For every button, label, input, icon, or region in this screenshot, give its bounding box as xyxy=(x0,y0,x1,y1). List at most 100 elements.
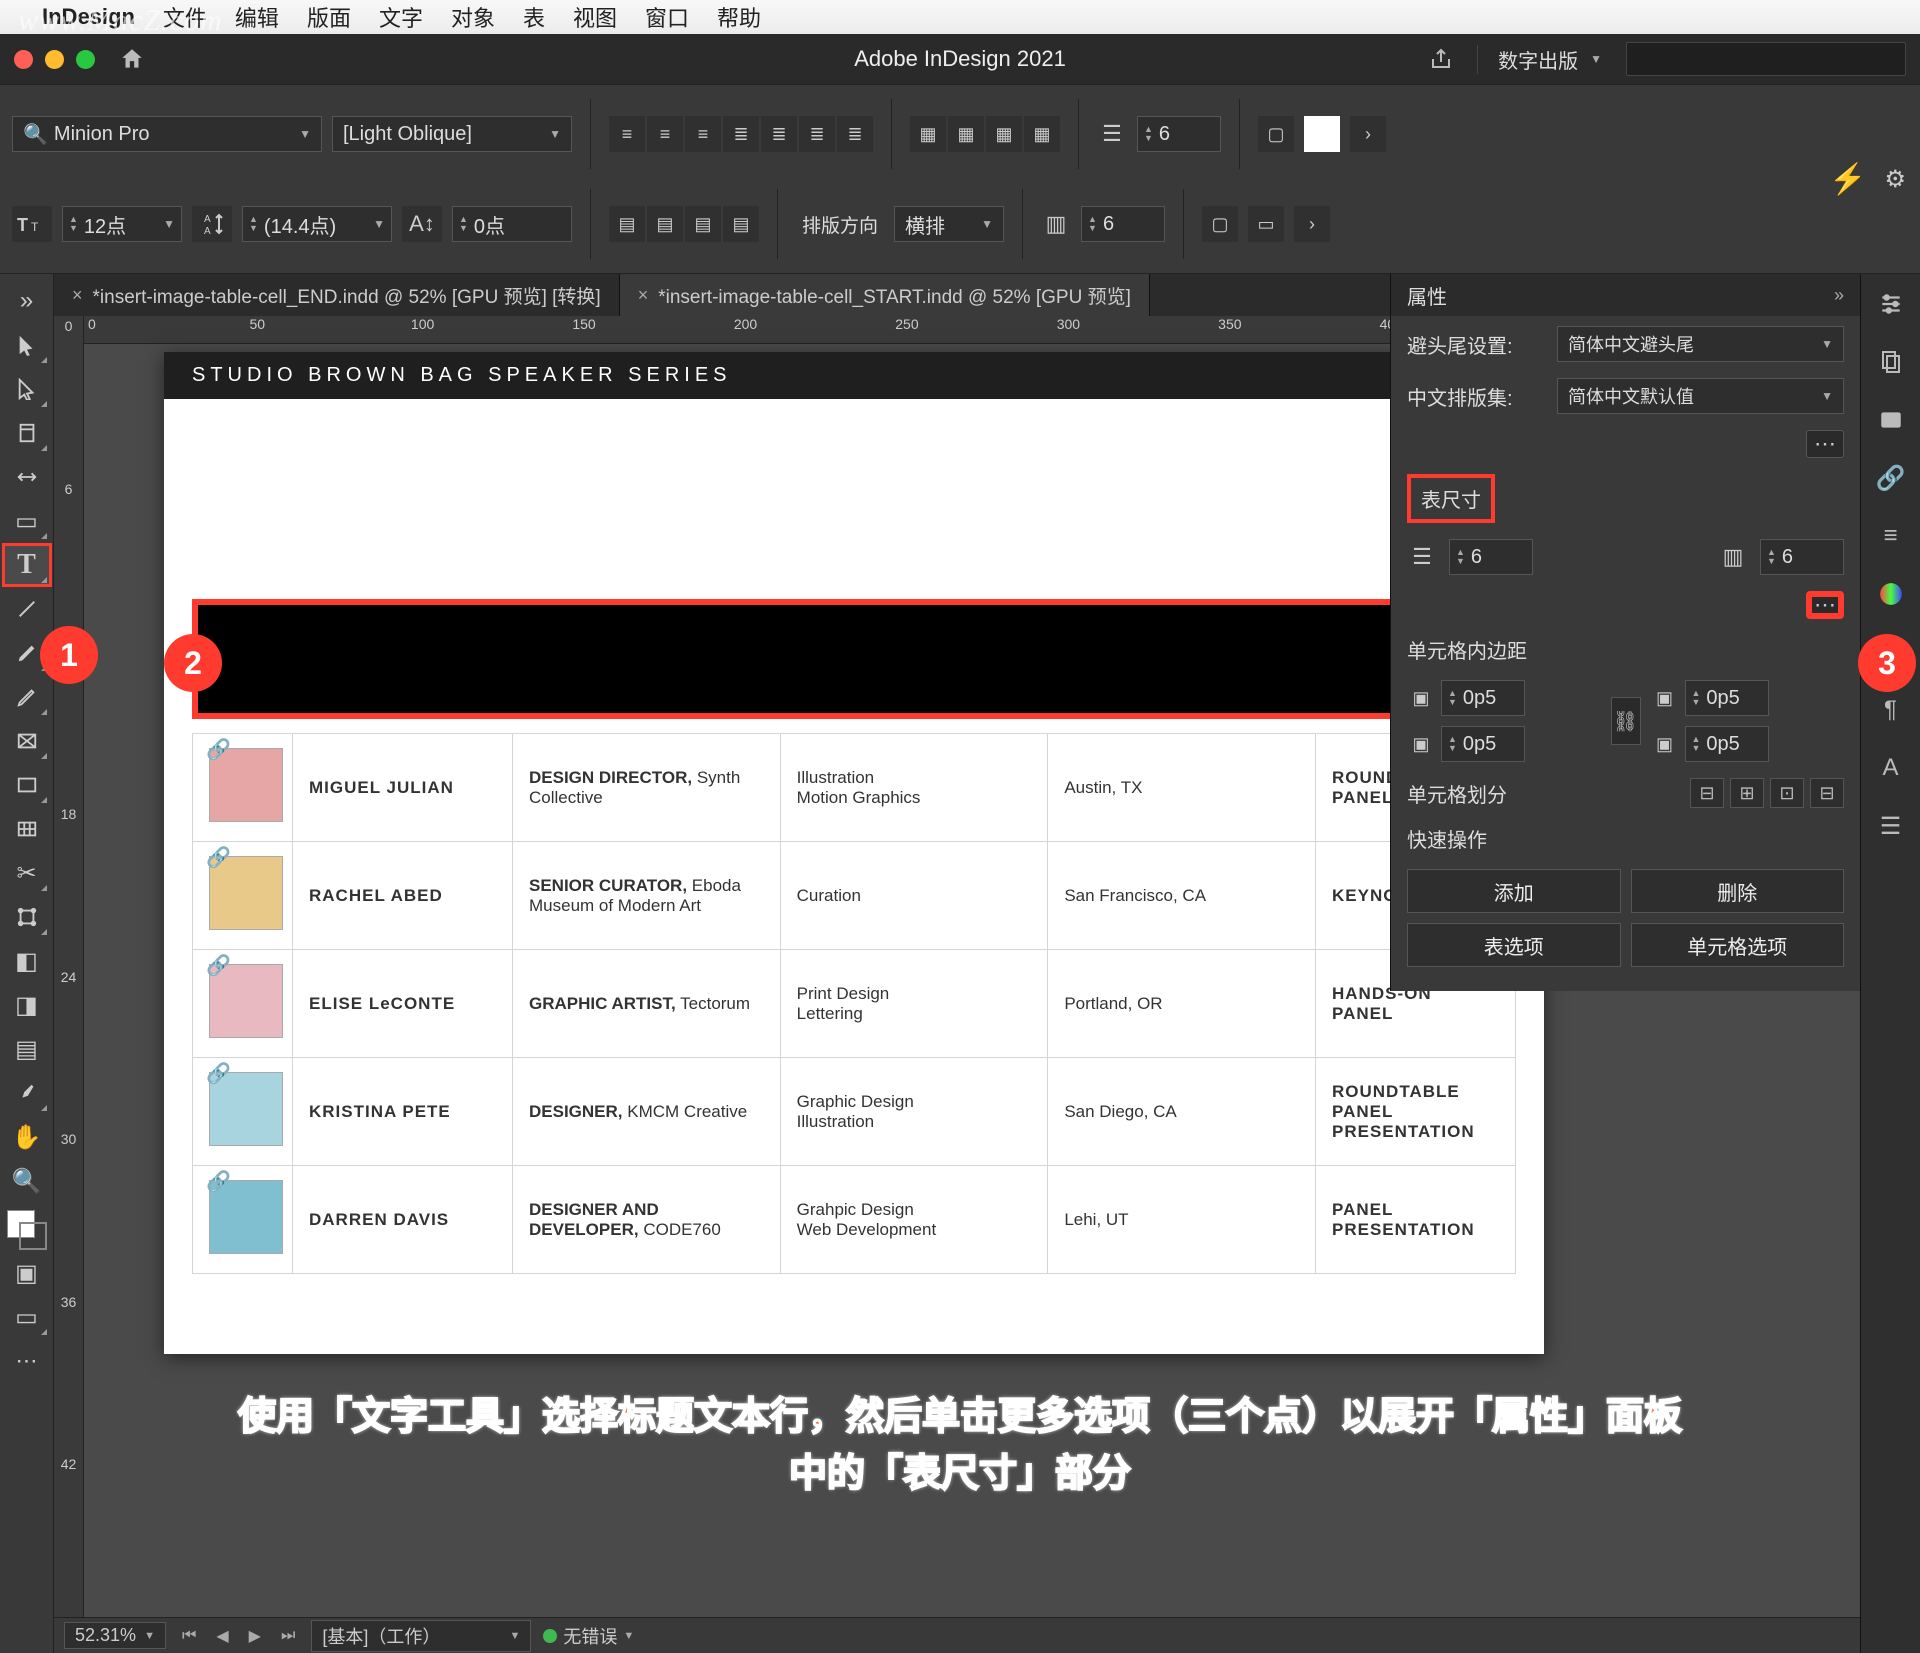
pad-right-field[interactable]: ▲▼0p5 xyxy=(1685,726,1769,762)
table-row[interactable]: 🔗KRISTINA PETEDESIGNER, KMCM CreativeGra… xyxy=(193,1058,1516,1166)
tracking-field[interactable]: ▲▼0点 xyxy=(452,206,572,242)
page-preset-dropdown[interactable]: [基本]（工作）▼ xyxy=(311,1620,531,1652)
rectangle-tool[interactable] xyxy=(3,764,51,806)
gap-tool[interactable] xyxy=(3,456,51,498)
stroke-icon[interactable]: ≡ xyxy=(1871,516,1911,556)
scissors-tool[interactable]: ✂ xyxy=(3,852,51,894)
more-opts-icon[interactable]: › xyxy=(1294,206,1330,242)
fill-swatch[interactable] xyxy=(1304,116,1340,152)
doc-tab-1[interactable]: × *insert-image-table-cell_START.indd @ … xyxy=(620,274,1150,316)
add-button[interactable]: 添加 xyxy=(1407,869,1621,913)
table-row[interactable]: 🔗RACHEL ABEDSENIOR CURATOR, Eboda Museum… xyxy=(193,842,1516,950)
delete-button[interactable]: 删除 xyxy=(1631,869,1845,913)
properties-panel-header[interactable]: 属性 » xyxy=(1391,274,1860,316)
adjust-icon[interactable] xyxy=(1871,284,1911,324)
eyedropper-tool[interactable] xyxy=(3,1072,51,1114)
workspace-dropdown[interactable]: 数字出版 ▼ xyxy=(1477,45,1602,74)
first-page-icon[interactable]: ⏮ xyxy=(178,1627,200,1645)
align-center-icon[interactable]: ≡ xyxy=(647,116,683,152)
type-tool[interactable]: T xyxy=(3,544,51,586)
stroke-preview-icon[interactable]: ▢ xyxy=(1202,206,1238,242)
app-menu[interactable]: InDesign xyxy=(42,4,135,30)
cell-align-middle-icon[interactable]: ▦ xyxy=(948,116,984,152)
table-rows-field[interactable]: ▲▼6 xyxy=(1137,116,1221,152)
home-icon[interactable] xyxy=(119,46,145,72)
preflight-status[interactable]: 无错误▼ xyxy=(543,1623,634,1649)
cell-options-button[interactable]: 单元格选项 xyxy=(1631,923,1845,967)
next-page-icon[interactable]: ▶ xyxy=(245,1626,265,1646)
speaker-table[interactable]: 🔗MIGUEL JULIANDESIGN DIRECTOR, Synth Col… xyxy=(192,733,1516,1274)
pad-left-field[interactable]: ▲▼0p5 xyxy=(1441,726,1525,762)
list-icon[interactable]: ☰ xyxy=(1871,806,1911,846)
align-top-icon[interactable]: ▤ xyxy=(609,206,645,242)
menu-layout[interactable]: 版面 xyxy=(307,1,351,33)
settings-gear-icon[interactable]: ⚙ xyxy=(1884,165,1906,194)
justify-full-icon[interactable]: ≣ xyxy=(837,116,873,152)
table-cols-field[interactable]: ▲▼6 xyxy=(1081,206,1165,242)
link-padding-icon[interactable]: ⛓ xyxy=(1611,697,1641,745)
align-left-icon[interactable]: ≡ xyxy=(609,116,645,152)
pad-top-field[interactable]: ▲▼0p5 xyxy=(1441,680,1525,716)
table-row[interactable]: 🔗DARREN DAVISDESIGNER AND DEVELOPER, COD… xyxy=(193,1166,1516,1274)
zoom-tool[interactable]: 🔍 xyxy=(3,1160,51,1202)
merge-cells-icon[interactable]: ⊟ xyxy=(1690,778,1724,808)
close-icon[interactable]: × xyxy=(72,285,83,306)
more-options-table-icon[interactable]: ⋯ xyxy=(1806,591,1844,619)
tools-overflow-icon[interactable]: ⋯ xyxy=(3,1340,51,1382)
chevrons-icon[interactable]: » xyxy=(3,280,51,322)
more-options-icon[interactable]: ⋯ xyxy=(1806,430,1844,458)
menu-edit[interactable]: 编辑 xyxy=(235,1,279,33)
character-styles-icon[interactable]: A xyxy=(1871,748,1911,788)
pencil-tool[interactable] xyxy=(3,676,51,718)
panel-expand-icon[interactable]: » xyxy=(1834,285,1844,306)
menu-window[interactable]: 窗口 xyxy=(645,1,689,33)
selected-table-header-row[interactable] xyxy=(192,599,1516,719)
justify-center-icon[interactable]: ≣ xyxy=(761,116,797,152)
align-mid-icon[interactable]: ▤ xyxy=(647,206,683,242)
menu-help[interactable]: 帮助 xyxy=(717,1,761,33)
menu-file[interactable]: 文件 xyxy=(163,1,207,33)
format-container-icon[interactable]: ▣ xyxy=(3,1252,51,1294)
stroke-tl-icon[interactable]: ▢ xyxy=(1258,116,1294,152)
prop-rows-field[interactable]: ▲▼6 xyxy=(1449,539,1533,575)
align-right-icon[interactable]: ≡ xyxy=(685,116,721,152)
table-tool[interactable] xyxy=(3,808,51,850)
window-minimize[interactable] xyxy=(45,50,64,69)
share-icon[interactable] xyxy=(1429,47,1453,71)
menu-table[interactable]: 表 xyxy=(523,1,545,33)
menu-object[interactable]: 对象 xyxy=(451,1,495,33)
split-horizontal-icon[interactable]: ⊡ xyxy=(1770,778,1804,808)
page-tool[interactable] xyxy=(3,412,51,454)
align-just-icon[interactable]: ▤ xyxy=(723,206,759,242)
pad-bottom-field[interactable]: ▲▼0p5 xyxy=(1685,680,1769,716)
free-transform-tool[interactable] xyxy=(3,896,51,938)
justify-left-icon[interactable]: ≣ xyxy=(723,116,759,152)
menu-view[interactable]: 视图 xyxy=(573,1,617,33)
gradient-feather-tool[interactable]: ◨ xyxy=(3,984,51,1026)
last-page-icon[interactable]: ⏭ xyxy=(277,1627,299,1645)
search-input[interactable] xyxy=(1626,42,1906,76)
prev-page-icon[interactable]: ◀ xyxy=(212,1626,232,1646)
note-tool[interactable]: ▤ xyxy=(3,1028,51,1070)
links-icon[interactable]: 🔗 xyxy=(1871,458,1911,498)
justify-right-icon[interactable]: ≣ xyxy=(799,116,835,152)
gradient-swatch-tool[interactable]: ◧ xyxy=(3,940,51,982)
rectangle-frame-tool[interactable] xyxy=(3,720,51,762)
window-maximize[interactable] xyxy=(76,50,95,69)
font-size-field[interactable]: ▲▼12点▼ xyxy=(62,206,182,242)
cell-align-justify-icon[interactable]: ▦ xyxy=(1024,116,1060,152)
window-close[interactable] xyxy=(14,50,33,69)
cell-align-bottom-icon[interactable]: ▦ xyxy=(986,116,1022,152)
gpu-bolt-icon[interactable]: ⚡ xyxy=(1829,162,1866,197)
prop-cols-field[interactable]: ▲▼6 xyxy=(1760,539,1844,575)
fill-stroke-swatch[interactable] xyxy=(7,1210,47,1250)
line-tool[interactable] xyxy=(3,588,51,630)
kinsoku-dropdown[interactable]: 简体中文避头尾▼ xyxy=(1557,326,1844,362)
font-style-field[interactable]: [Light Oblique] ▼ xyxy=(332,116,572,152)
font-family-field[interactable]: 🔍 Minion Pro ▼ xyxy=(12,116,322,152)
content-collector-tool[interactable]: ▭ xyxy=(3,500,51,542)
unmerge-cells-icon[interactable]: ⊞ xyxy=(1730,778,1764,808)
pages-icon[interactable] xyxy=(1871,342,1911,382)
color-icon[interactable] xyxy=(1871,574,1911,614)
table-row[interactable]: 🔗MIGUEL JULIANDESIGN DIRECTOR, Synth Col… xyxy=(193,734,1516,842)
